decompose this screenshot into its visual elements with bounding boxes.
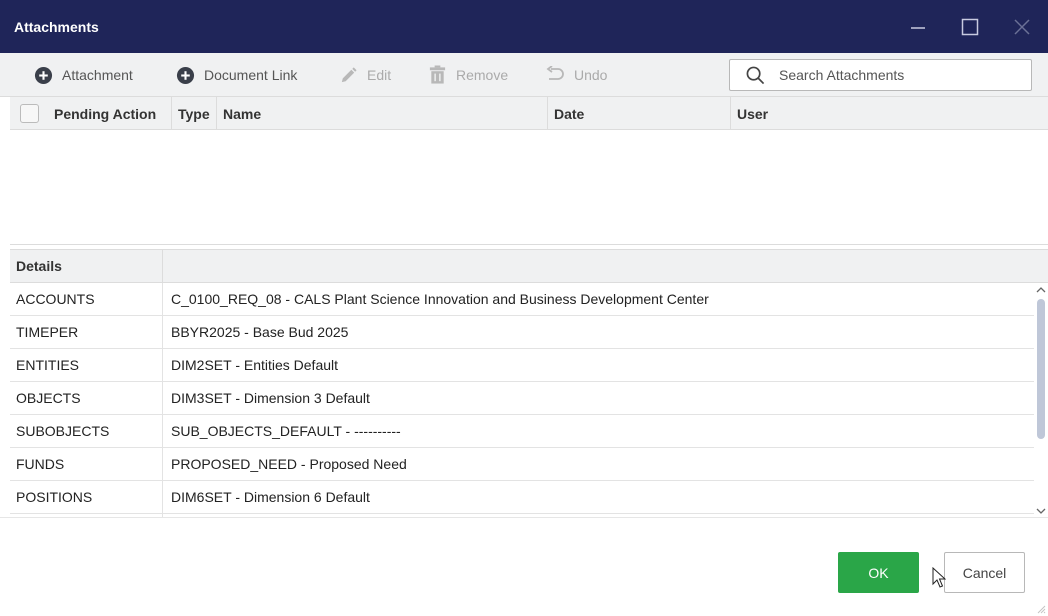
minimize-button[interactable] <box>892 0 944 53</box>
column-name[interactable]: Name <box>217 97 548 130</box>
window-title: Attachments <box>14 18 99 35</box>
detail-key: FUNDS <box>10 447 163 481</box>
details-header-label: Details <box>10 250 163 283</box>
title-bar: Attachments <box>0 0 1048 53</box>
minimize-icon <box>911 26 925 29</box>
undo-label: Undo <box>574 67 608 83</box>
detail-value: SUB_OBJECTS_DEFAULT - ---------- <box>171 423 401 439</box>
undo-arrow-icon <box>546 66 564 80</box>
search-input[interactable] <box>777 66 1017 84</box>
table-row[interactable]: ENTITIES DIM2SET - Entities Default <box>10 348 1048 382</box>
attachments-grid-body <box>10 130 1048 245</box>
detail-value: DIM6SET - Dimension 6 Default <box>171 489 370 505</box>
window-controls <box>892 0 1048 53</box>
detail-value: DIM2SET - Entities Default <box>171 357 339 373</box>
plus-circle-icon <box>176 66 195 84</box>
add-attachment-button[interactable]: Attachment <box>34 53 133 97</box>
search-box[interactable] <box>729 59 1032 91</box>
close-icon <box>1014 18 1030 35</box>
add-document-link-button[interactable]: Document Link <box>176 53 297 97</box>
search-icon <box>746 66 765 84</box>
scroll-down-button[interactable] <box>1034 504 1048 517</box>
plus-circle-icon <box>34 66 53 84</box>
dialog-footer: OK Cancel <box>0 517 1048 616</box>
edit-label: Edit <box>367 67 392 83</box>
details-panel: Details ACCOUNTS C_0100_REQ_08 - CALS Pl… <box>10 249 1048 517</box>
pencil-icon <box>341 66 357 82</box>
table-row[interactable]: ACCOUNTS C_0100_REQ_08 - CALS Plant Scie… <box>10 282 1048 316</box>
close-button[interactable] <box>996 0 1048 53</box>
undo-button[interactable]: Undo <box>545 53 607 97</box>
attachments-grid-header: Pending Action Type Name Date User <box>10 97 1048 130</box>
table-row[interactable]: TIMEPER BBYR2025 - Base Bud 2025 <box>10 315 1048 349</box>
table-row[interactable]: SUBOBJECTS SUB_OBJECTS_DEFAULT - -------… <box>10 414 1048 448</box>
table-row[interactable]: FUNDS PROPOSED_NEED - Proposed Need <box>10 447 1048 481</box>
detail-value: PROPOSED_NEED - Proposed Need <box>171 456 407 472</box>
column-date[interactable]: Date <box>548 97 731 130</box>
column-pending-action[interactable]: Pending Action <box>48 97 172 130</box>
maximize-icon <box>961 18 979 35</box>
column-user[interactable]: User <box>731 97 1048 130</box>
add-attachment-label: Attachment <box>62 67 133 83</box>
detail-key: POSITIONS <box>10 480 163 514</box>
detail-value: DIM3SET - Dimension 3 Default <box>171 390 370 406</box>
ok-button[interactable]: OK <box>838 552 919 593</box>
mouse-cursor-icon <box>932 567 946 588</box>
details-header: Details <box>10 250 1048 283</box>
edit-button[interactable]: Edit <box>339 53 391 97</box>
resize-grip-icon[interactable] <box>1036 604 1046 614</box>
detail-key: ENTITIES <box>10 348 163 382</box>
chevron-up-icon <box>1036 287 1046 293</box>
column-type[interactable]: Type <box>172 97 217 130</box>
detail-key: OBJECTS <box>10 381 163 415</box>
detail-value: BBYR2025 - Base Bud 2025 <box>171 324 349 340</box>
maximize-button[interactable] <box>944 0 996 53</box>
trash-icon <box>429 65 446 84</box>
details-scrollbar[interactable] <box>1034 283 1048 517</box>
add-document-link-label: Document Link <box>204 67 298 83</box>
remove-label: Remove <box>456 67 509 83</box>
remove-button[interactable]: Remove <box>428 53 508 97</box>
toolbar: Attachment Document Link Edit Remove Und… <box>0 53 1048 97</box>
detail-value: C_0100_REQ_08 - CALS Plant Science Innov… <box>171 291 709 307</box>
cancel-button[interactable]: Cancel <box>944 552 1025 593</box>
table-row[interactable]: OBJECTS DIM3SET - Dimension 3 Default <box>10 381 1048 415</box>
select-all-checkbox[interactable] <box>20 104 39 123</box>
chevron-down-icon <box>1036 508 1046 514</box>
scroll-thumb[interactable] <box>1037 299 1045 439</box>
scroll-up-button[interactable] <box>1034 283 1048 297</box>
detail-key: TIMEPER <box>10 315 163 349</box>
table-row[interactable]: POSITIONS DIM6SET - Dimension 6 Default <box>10 480 1048 514</box>
detail-key: SUBOBJECTS <box>10 414 163 448</box>
detail-key: ACCOUNTS <box>10 282 163 316</box>
